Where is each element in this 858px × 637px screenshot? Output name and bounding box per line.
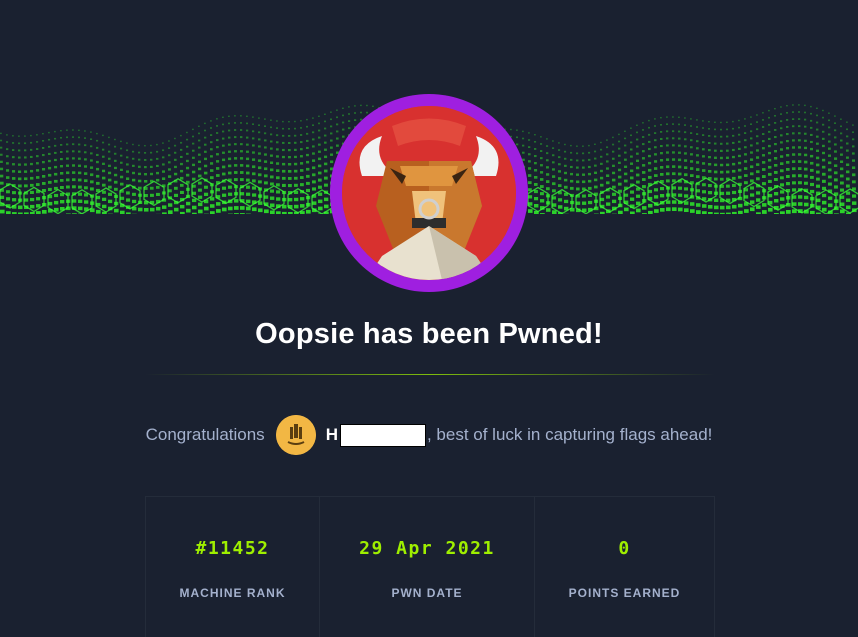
- stat-label: POINTS EARNED: [569, 586, 681, 600]
- stat-label: MACHINE RANK: [180, 586, 286, 600]
- machine-avatar: [330, 94, 528, 292]
- congrats-message: Congratulations H , best of luck in capt…: [0, 414, 858, 456]
- stats-panel: #11452 MACHINE RANK 29 Apr 2021 PWN DATE…: [145, 496, 715, 637]
- stat-label: PWN DATE: [391, 586, 462, 600]
- stat-value: #11452: [195, 538, 269, 559]
- stat-value: 0: [618, 538, 630, 559]
- username[interactable]: H: [326, 425, 338, 445]
- stat-machine-rank: #11452 MACHINE RANK: [146, 497, 320, 637]
- divider: [145, 374, 715, 375]
- congrats-prefix: Congratulations: [146, 425, 265, 445]
- page-title: Oopsie has been Pwned!: [0, 318, 858, 351]
- stat-points-earned: 0 POINTS EARNED: [535, 497, 714, 637]
- congrats-suffix: , best of luck in capturing flags ahead!: [427, 425, 712, 445]
- top-band: [0, 0, 858, 100]
- username-redaction: [340, 424, 426, 447]
- bull-mascot-icon: [342, 106, 516, 280]
- user-avatar-icon[interactable]: [276, 415, 316, 455]
- stat-value: 29 Apr 2021: [359, 538, 495, 559]
- stat-pwn-date: 29 Apr 2021 PWN DATE: [320, 497, 535, 637]
